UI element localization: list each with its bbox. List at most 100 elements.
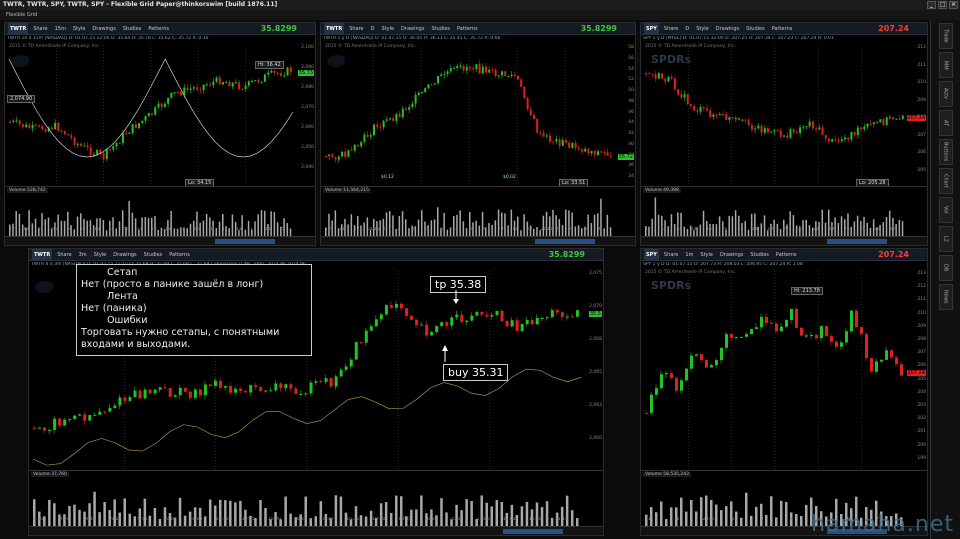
time-axis-tick: 16 (721, 227, 728, 232)
price-axis: 58565452504846444240383634 (617, 45, 635, 185)
price-axis-tick: 2,040 (301, 165, 314, 170)
price-axis-tick: 207 (917, 132, 926, 138)
price-axis: 2,100 2,090 2,080 2,070 2,060 2,050 2,040 (297, 45, 315, 185)
price-axis-tick: 36 (628, 163, 634, 169)
sidebar-tab-mm[interactable]: MM (938, 52, 953, 78)
chart-pane-3[interactable]: SPY Share D Style Drawings Studies Patterns 207… (640, 22, 928, 246)
time-axis-tick: 25 (859, 227, 865, 232)
price-axis-tick: 200 (917, 442, 926, 448)
time-axis-tick: 13 (250, 227, 257, 232)
title-bar: TWTR, TWTR, SPY, TWTR, SPY - Flexible Gr… (0, 0, 960, 10)
price-axis-tick: 44 (628, 120, 634, 126)
time-axis-tick: 14 (690, 227, 697, 232)
note-line-4: Нет (паника) (81, 303, 147, 314)
price-axis-tick: 54 (628, 66, 634, 72)
horizontal-scrollbar[interactable] (535, 239, 595, 244)
sidebar-tab-trade[interactable]: Trade (938, 23, 953, 49)
price-axis-tick: 48 (628, 98, 634, 104)
time-axis-tick: 10:55 (450, 517, 464, 522)
right-sidebar: Trade MM Actv AT Buttons Chart Vol L2 DB News (930, 20, 960, 539)
sidebar-tab-at[interactable]: AT (938, 110, 953, 136)
price-axis-tick: 205 (917, 376, 926, 382)
time-axis-tick: 21 (797, 227, 804, 232)
price-axis-tick: 201 (917, 429, 926, 435)
price-axis-tick: 58 (628, 45, 634, 50)
grid-label[interactable]: Flexible Grid (6, 12, 37, 18)
sidebar-tab-buttons[interactable]: Buttons (938, 139, 953, 165)
time-axis-tick: 4 (411, 227, 415, 232)
time-axis-tick: 11 (645, 227, 651, 232)
price-axis-tick: 212 (917, 284, 926, 290)
price-axis-tick: 205 (917, 167, 926, 173)
time-axis-tick: 10:35 (346, 517, 360, 522)
time-axis-tick: 10 (325, 227, 331, 232)
time-axis-tick: 10:10 (215, 517, 229, 522)
time-axis-tick: 2015 (541, 227, 553, 232)
trade-note: Сетап Нет (просто в панике зашёл в лонг)… (76, 264, 312, 356)
current-price-tag: 207.24 (906, 370, 926, 376)
price-axis-tick: 211 (917, 297, 926, 303)
time-axis-tick: 4 (569, 227, 573, 232)
time-axis-tick: 13 (165, 227, 171, 232)
time-axis-tick: 10:05 (189, 517, 203, 522)
sidebar-tab-actv[interactable]: Actv (938, 81, 953, 107)
time-axis-tick: 13 (675, 227, 682, 232)
time-axis-tick: 18 (752, 227, 758, 232)
price-axis-tick: 204 (917, 389, 926, 395)
time-axis-tick: 15 (278, 227, 285, 232)
price-axis-tick: 2,070 (301, 105, 314, 110)
time-axis-tick: 12 (9, 227, 15, 232)
time-axis: 9:35 9:40 9:45 9:50 9:55 10:00 10:05 10:10 10:15… (29, 517, 603, 525)
pane-bottom-bar (641, 236, 927, 245)
menu-bar: Flexible Grid (0, 10, 960, 20)
time-axis-tick: 13 (94, 227, 100, 232)
chart-pane-2[interactable]: TWTR Share D Style Drawings Studies Patterns 35… (320, 22, 636, 246)
time-axis-tick: 12 (151, 227, 157, 232)
minimize-button[interactable]: _ (927, 1, 936, 9)
time-axis-tick: 19 (767, 227, 774, 232)
pane-bottom-bar (29, 526, 603, 535)
time-axis-tick: 10:25 (293, 517, 307, 522)
sidebar-tab-news[interactable]: News (938, 284, 953, 310)
pane-bottom-bar (321, 236, 635, 245)
price-axis-tick: 206 (917, 363, 926, 369)
time-axis-tick: 3 (397, 227, 400, 232)
price-axis-tick: 207 (917, 350, 926, 356)
close-button[interactable]: × (949, 1, 958, 9)
time-axis-tick: 4 (789, 517, 793, 522)
price-axis-tick: 208 (917, 337, 926, 342)
price-axis-tick: 2,070 (589, 304, 602, 309)
time-axis-tick: 9:35 (33, 517, 44, 522)
maximize-button[interactable]: □ (938, 1, 947, 9)
price-axis-tick: 206 (917, 150, 926, 155)
note-line-1: Сетап (107, 267, 138, 278)
pane-bottom-bar (5, 236, 315, 245)
comparison-tag: 2,074.90 (7, 95, 36, 103)
time-axis-tick: 9:45 (85, 517, 96, 522)
price-axis-tick: 52 (628, 77, 634, 83)
time-axis-tick: 14 (108, 227, 115, 232)
price-axis-tick: 210 (917, 310, 926, 316)
time-axis-tick: 2 (731, 517, 735, 522)
time-axis-tick: 16 (193, 227, 200, 232)
sidebar-tab-db[interactable]: DB (938, 255, 953, 281)
chart-pane-5[interactable]: SPY Share 1m Style Drawings Studies Patterns 20… (640, 248, 928, 536)
time-axis-tick: 13 (23, 227, 29, 232)
time-axis-tick: 20 (782, 227, 789, 232)
earnings-marker-2: $0.02 (503, 175, 516, 180)
chart-pane-1[interactable]: TWTR Share 15m Style Drawings Studies Patterns… (4, 22, 316, 246)
time-axis-tick: 12 (80, 227, 86, 232)
sidebar-tab-l2[interactable]: L2 (938, 226, 953, 252)
time-axis-tick: 9:40 (59, 517, 70, 522)
time-axis-tick: 24 (843, 227, 850, 232)
horizontal-scrollbar[interactable] (215, 239, 275, 244)
horizontal-scrollbar[interactable] (827, 239, 887, 244)
note-line-7: входами и выходами. (81, 339, 191, 350)
sidebar-tab-chart[interactable]: Chart (938, 168, 953, 194)
time-axis-tick: сб (122, 227, 128, 232)
time-axis-tick: 10:45 (398, 517, 412, 522)
time-axis-tick: 11 (136, 227, 143, 232)
sidebar-tab-vol[interactable]: Vol (938, 197, 953, 223)
horizontal-scrollbar[interactable] (503, 529, 563, 534)
price-axis-tick: 211 (917, 62, 926, 68)
